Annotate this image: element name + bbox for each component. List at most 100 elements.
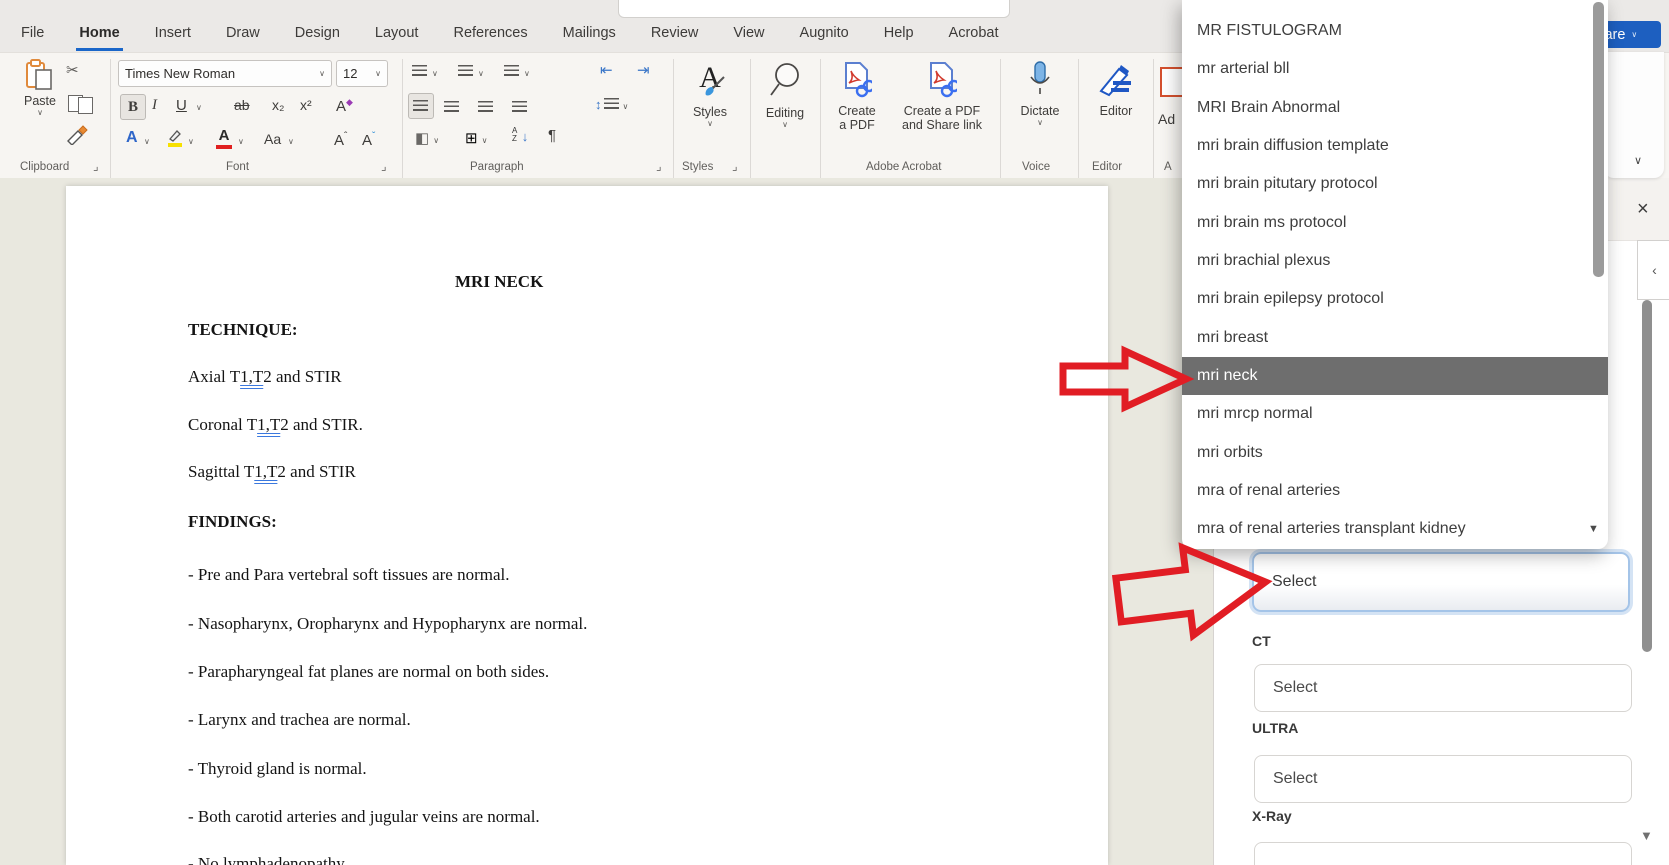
tab-mailings[interactable]: Mailings bbox=[560, 23, 619, 51]
increase-indent-button[interactable]: ⇥ bbox=[637, 61, 650, 79]
ct-select[interactable]: Select bbox=[1254, 664, 1632, 712]
pane-collapse-button[interactable]: ‹ bbox=[1637, 240, 1669, 300]
multilevel-list-button[interactable]: ∨ bbox=[504, 63, 530, 81]
font-name-combobox[interactable]: Times New Roman ∨ bbox=[118, 60, 332, 87]
create-pdf-label-1: Create bbox=[838, 104, 876, 118]
align-left-button[interactable] bbox=[408, 93, 434, 119]
addins-button[interactable]: Ad bbox=[1158, 111, 1175, 127]
editing-button[interactable]: Editing ∨ bbox=[756, 61, 814, 129]
styles-dialog-launcher-icon[interactable]: ⌟ bbox=[732, 159, 738, 173]
tab-insert[interactable]: Insert bbox=[152, 23, 194, 51]
align-center-button[interactable] bbox=[444, 99, 459, 117]
bullets-button[interactable]: ∨ bbox=[412, 63, 438, 81]
font-color-swatch bbox=[216, 145, 232, 149]
create-pdf-button[interactable]: Createa PDF bbox=[828, 61, 886, 132]
grow-font-button[interactable]: Aˆ bbox=[334, 131, 347, 149]
create-pdf-share-link-button[interactable]: Create a PDFand Share link bbox=[894, 61, 990, 132]
font-size-combobox[interactable]: 12 ∨ bbox=[336, 60, 388, 87]
collapse-ribbon-icon[interactable]: ∨ bbox=[1634, 154, 1642, 167]
bold-button[interactable]: B bbox=[120, 94, 146, 120]
editor-button[interactable]: Editor bbox=[1090, 61, 1142, 118]
sort-button[interactable]: AZ ↓ bbox=[512, 127, 528, 146]
dropdown-scrollbar[interactable] bbox=[1593, 2, 1604, 277]
tab-review[interactable]: Review bbox=[648, 23, 702, 51]
tab-augnito[interactable]: Augnito bbox=[797, 23, 852, 51]
borders-chevron-icon: ∨ bbox=[482, 136, 488, 145]
tab-draw[interactable]: Draw bbox=[223, 23, 263, 51]
clipboard-dialog-launcher-icon[interactable]: ⌟ bbox=[93, 159, 99, 173]
dictate-button[interactable]: Dictate ∨ bbox=[1014, 61, 1066, 127]
pane-scrollbar[interactable] bbox=[1642, 300, 1652, 652]
eraser-icon: ◆ bbox=[346, 97, 353, 107]
tab-help[interactable]: Help bbox=[881, 23, 917, 51]
xray-label: X-Ray bbox=[1252, 808, 1292, 824]
tab-view[interactable]: View bbox=[730, 23, 767, 51]
shrink-font-button[interactable]: Aˇ bbox=[362, 131, 375, 149]
tab-file[interactable]: File bbox=[18, 23, 47, 51]
strikethrough-button[interactable]: ab bbox=[234, 97, 250, 113]
change-case-chevron-icon[interactable]: ∨ bbox=[288, 137, 294, 146]
dropdown-item[interactable]: mri brain ms protocol bbox=[1182, 204, 1608, 242]
tab-layout[interactable]: Layout bbox=[372, 23, 422, 51]
paste-button[interactable]: Paste ∨ bbox=[16, 59, 64, 117]
dropdown-item[interactable]: mri brain diffusion template bbox=[1182, 127, 1608, 165]
tab-acrobat[interactable]: Acrobat bbox=[946, 23, 1002, 51]
highlight-chevron-icon[interactable]: ∨ bbox=[188, 137, 194, 146]
dropdown-item[interactable]: MRI Brain Abnormal bbox=[1182, 89, 1608, 127]
group-label-voice: Voice bbox=[1022, 161, 1050, 173]
clear-formatting-button[interactable]: A◆ bbox=[336, 97, 353, 115]
copy-button[interactable] bbox=[68, 93, 93, 114]
borders-button[interactable]: ⊞∨ bbox=[465, 129, 487, 147]
dropdown-item[interactable]: mr arterial bll bbox=[1182, 50, 1608, 88]
close-icon[interactable]: × bbox=[1637, 198, 1649, 221]
text-effects-chevron-icon[interactable]: ∨ bbox=[144, 137, 150, 146]
paragraph-dialog-launcher-icon[interactable]: ⌟ bbox=[656, 159, 662, 173]
line-spacing-button[interactable]: ↕∨ bbox=[595, 97, 628, 112]
dropdown-item[interactable]: mri orbits bbox=[1182, 434, 1608, 472]
cut-button[interactable]: ✂ bbox=[66, 61, 79, 79]
dropdown-item[interactable]: MR FISTULOGRAM bbox=[1182, 12, 1608, 50]
justify-button[interactable] bbox=[512, 99, 527, 117]
styles-button[interactable]: A Styles ∨ bbox=[684, 61, 736, 128]
font-dialog-launcher-icon[interactable]: ⌟ bbox=[381, 159, 387, 173]
scissors-icon: ✂ bbox=[66, 62, 79, 79]
line-spacing-icon: ↕ bbox=[595, 97, 602, 112]
pane-scroll-down-icon[interactable]: ▼ bbox=[1640, 828, 1653, 843]
align-right-button[interactable] bbox=[478, 99, 493, 117]
font-color-button[interactable]: A bbox=[216, 127, 232, 149]
dropdown-item[interactable]: mri brain pitutary protocol bbox=[1182, 165, 1608, 203]
dropdown-scroll-down-icon[interactable]: ▼ bbox=[1588, 523, 1599, 535]
tab-home[interactable]: Home bbox=[76, 23, 122, 51]
create-pdf-label-2: a PDF bbox=[839, 118, 874, 132]
dropdown-item[interactable]: mri brachial plexus bbox=[1182, 242, 1608, 280]
underline-button[interactable]: U bbox=[176, 97, 187, 114]
text-effects-button[interactable]: A bbox=[126, 129, 138, 147]
group-label-font: Font bbox=[226, 161, 249, 173]
numbering-button[interactable]: ∨ bbox=[458, 63, 484, 81]
subscript-button[interactable]: x₂ bbox=[272, 97, 284, 113]
dropdown-item[interactable]: mri brain epilepsy protocol bbox=[1182, 280, 1608, 318]
doc-finding-line: - Larynx and trachea are normal. bbox=[188, 710, 411, 730]
dropdown-item[interactable]: mra of renal arteries transplant kidney bbox=[1182, 510, 1608, 548]
font-name-value: Times New Roman bbox=[125, 66, 235, 81]
mri-template-select[interactable]: Select bbox=[1252, 552, 1630, 612]
format-painter-button[interactable] bbox=[66, 125, 88, 150]
highlight-color-button[interactable] bbox=[166, 129, 184, 152]
search-box[interactable] bbox=[618, 0, 1010, 18]
dropdown-item[interactable]: mri breast bbox=[1182, 319, 1608, 357]
dropdown-item[interactable]: mra of renal arteries bbox=[1182, 472, 1608, 510]
ultra-select[interactable]: Select bbox=[1254, 755, 1632, 803]
tab-references[interactable]: References bbox=[450, 23, 530, 51]
change-case-button[interactable]: Aa bbox=[264, 131, 281, 147]
decrease-indent-button[interactable]: ⇤ bbox=[600, 61, 613, 79]
shading-button[interactable]: ◧∨ bbox=[415, 129, 439, 147]
italic-button[interactable]: I bbox=[152, 97, 157, 114]
superscript-button[interactable]: x² bbox=[300, 97, 312, 113]
dropdown-item[interactable]: mri mrcp normal bbox=[1182, 395, 1608, 433]
dropdown-item-highlighted[interactable]: mri neck bbox=[1182, 357, 1608, 395]
tab-design[interactable]: Design bbox=[292, 23, 343, 51]
font-color-chevron-icon[interactable]: ∨ bbox=[238, 137, 244, 146]
underline-menu-chevron-icon[interactable]: ∨ bbox=[196, 103, 202, 112]
show-formatting-button[interactable]: ¶ bbox=[548, 127, 556, 144]
xray-select[interactable] bbox=[1254, 842, 1632, 865]
